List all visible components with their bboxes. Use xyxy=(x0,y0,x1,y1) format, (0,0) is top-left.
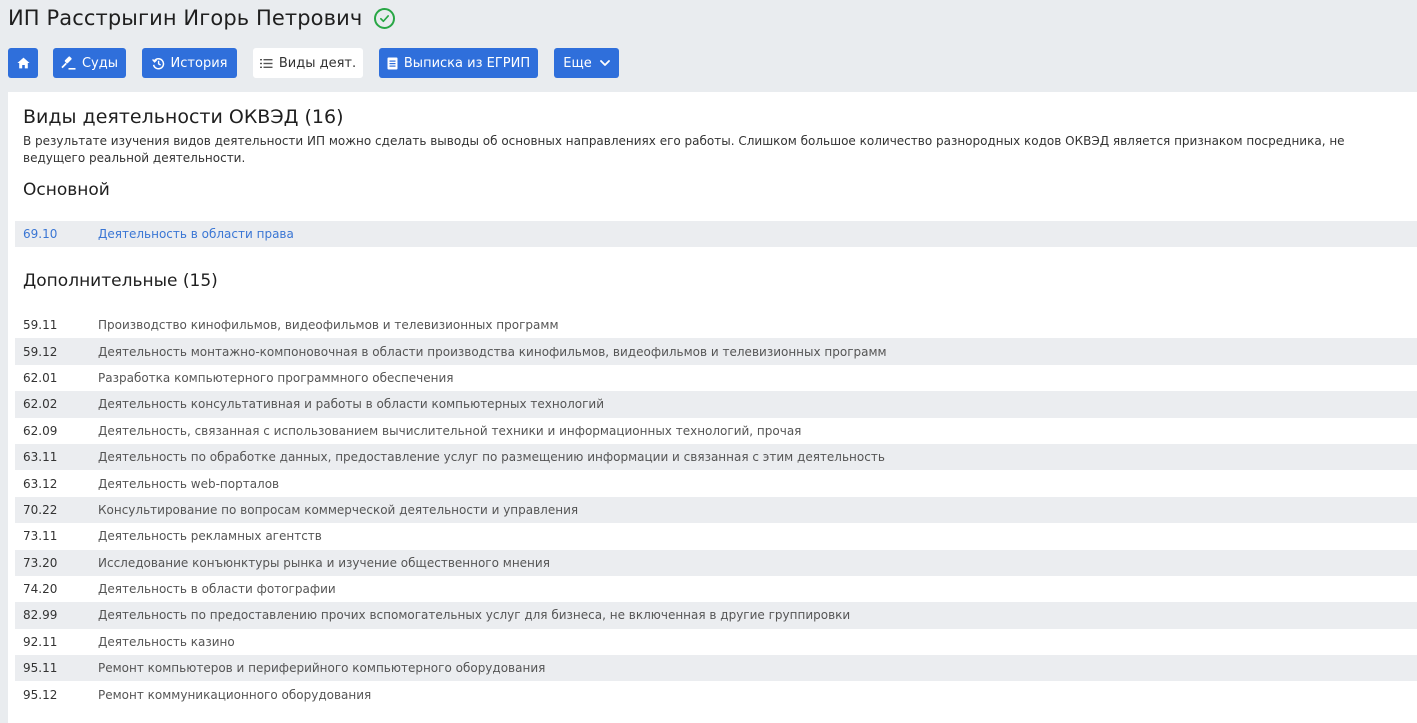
table-row: 95.12 Ремонт коммуникационного оборудован… xyxy=(15,681,1417,707)
table-row: 62.02 Деятельность консультативная и рабо… xyxy=(15,391,1417,418)
okved-code: 95.11 xyxy=(23,661,58,676)
table-row: 73.20 Исследование конъюнктуры рынка и из… xyxy=(15,549,1417,576)
okved-code: 62.09 xyxy=(23,423,58,438)
okved-code: 59.11 xyxy=(23,318,58,333)
table-row: 62.09 Деятельность, связанная с использов… xyxy=(15,418,1417,444)
table-row: 74.20 Деятельность в области фотографии xyxy=(15,576,1417,602)
chevron-down-icon xyxy=(599,60,610,66)
main-activity-row[interactable]: 69.10 Деятельность в области права xyxy=(15,221,1417,248)
okved-code: 73.11 xyxy=(23,529,58,544)
list-icon xyxy=(259,58,273,69)
okved-name: Производство кинофильмов, видеофильмов и… xyxy=(98,318,559,333)
table-row: 59.12 Деятельность монтажно-компоновочная… xyxy=(15,338,1417,365)
okved-name: Ремонт коммуникационного оборудования xyxy=(98,687,372,702)
table-row: 82.99 Деятельность по предоставлению проч… xyxy=(15,602,1417,629)
okved-code: 82.99 xyxy=(23,608,58,623)
table-row: 70.22 Консультирование по вопросам коммер… xyxy=(15,496,1417,524)
additional-activities-list: 59.11 Производство кинофильмов, видеофиль… xyxy=(15,312,1417,708)
okved-code: 73.20 xyxy=(23,555,58,570)
okved-code: 59.12 xyxy=(23,344,58,359)
table-row: 63.12 Деятельность web-порталов xyxy=(15,470,1417,496)
okved-code: 70.22 xyxy=(23,502,58,517)
gavel-icon xyxy=(61,56,76,70)
document-icon xyxy=(387,57,398,70)
main-activity-heading: Основной xyxy=(23,180,110,200)
more-label: Еще xyxy=(563,55,592,71)
okved-name: Деятельность рекламных агентств xyxy=(98,529,322,544)
courts-button[interactable]: Суды xyxy=(53,48,126,78)
okved-name: Деятельность в области фотографии xyxy=(98,582,336,597)
okved-name: Исследование конъюнктуры рынка и изучени… xyxy=(98,555,550,570)
okved-code: 62.01 xyxy=(23,370,58,385)
okved-code: 62.02 xyxy=(23,397,58,412)
more-dropdown-button[interactable]: Еще xyxy=(554,48,619,78)
okved-name: Ремонт компьютеров и периферийного компь… xyxy=(98,661,546,676)
okved-name: Разработка компьютерного программного об… xyxy=(98,370,454,385)
okved-name: Деятельность по обработке данных, предос… xyxy=(98,450,885,465)
okved-code: 63.11 xyxy=(23,450,58,465)
additional-activities-heading: Дополнительные (15) xyxy=(23,271,218,291)
okved-name: Деятельность по предоставлению прочих вс… xyxy=(98,608,851,623)
history-button[interactable]: История xyxy=(142,48,237,78)
okved-name: Деятельность, связанная с использованием… xyxy=(98,423,802,438)
okved-code: 74.20 xyxy=(23,582,58,597)
activities-label: Виды деят. xyxy=(278,55,357,71)
activities-button[interactable]: Виды деят. xyxy=(253,48,363,78)
main-activity-list: 69.10 Деятельность в области права xyxy=(15,221,1417,248)
table-row: 62.01 Разработка компьютерного программно… xyxy=(15,365,1417,391)
section-title: Виды деятельности ОКВЭД (16) xyxy=(23,106,344,128)
egrip-extract-button[interactable]: Выписка из ЕГРИП xyxy=(379,48,538,78)
okved-code: 63.12 xyxy=(23,476,58,491)
home-icon xyxy=(16,57,30,69)
okved-name-link[interactable]: Деятельность в области права xyxy=(98,227,294,241)
okved-code-link[interactable]: 69.10 xyxy=(15,227,98,241)
okved-name: Деятельность консультативная и работы в … xyxy=(98,397,604,412)
okved-name: Консультирование по вопросам коммерческо… xyxy=(98,502,579,517)
table-row: 95.11 Ремонт компьютеров и периферийного … xyxy=(15,655,1417,682)
okved-name: Деятельность web-порталов xyxy=(98,476,280,491)
okved-name: Деятельность монтажно-компоновочная в об… xyxy=(98,344,887,359)
table-row: 63.11 Деятельность по обработке данных, п… xyxy=(15,443,1417,471)
toolbar: Суды История Виды деят. Выписка из ЕГРИП… xyxy=(8,48,619,78)
courts-label: Суды xyxy=(81,55,119,71)
page-header: ИП Расстрыгин Игорь Петрович xyxy=(8,3,396,33)
history-icon xyxy=(151,57,165,70)
table-row: 59.11 Производство кинофильмов, видеофиль… xyxy=(15,312,1417,338)
egrip-extract-label: Выписка из ЕГРИП xyxy=(403,55,531,71)
table-row: 73.11 Деятельность рекламных агентств xyxy=(15,523,1417,549)
home-button[interactable] xyxy=(8,48,38,78)
okved-panel: Виды деятельности ОКВЭД (16) В результат… xyxy=(8,92,1417,723)
check-circle-icon xyxy=(374,7,396,29)
okved-name: Деятельность казино xyxy=(98,634,235,649)
page-title: ИП Расстрыгин Игорь Петрович xyxy=(8,6,363,30)
okved-code: 95.12 xyxy=(23,687,58,702)
okved-code: 92.11 xyxy=(23,634,58,649)
history-label: История xyxy=(170,55,228,71)
section-description: В результате изучения видов деятельности… xyxy=(23,134,1345,165)
table-row: 92.11 Деятельность казино xyxy=(15,629,1417,655)
